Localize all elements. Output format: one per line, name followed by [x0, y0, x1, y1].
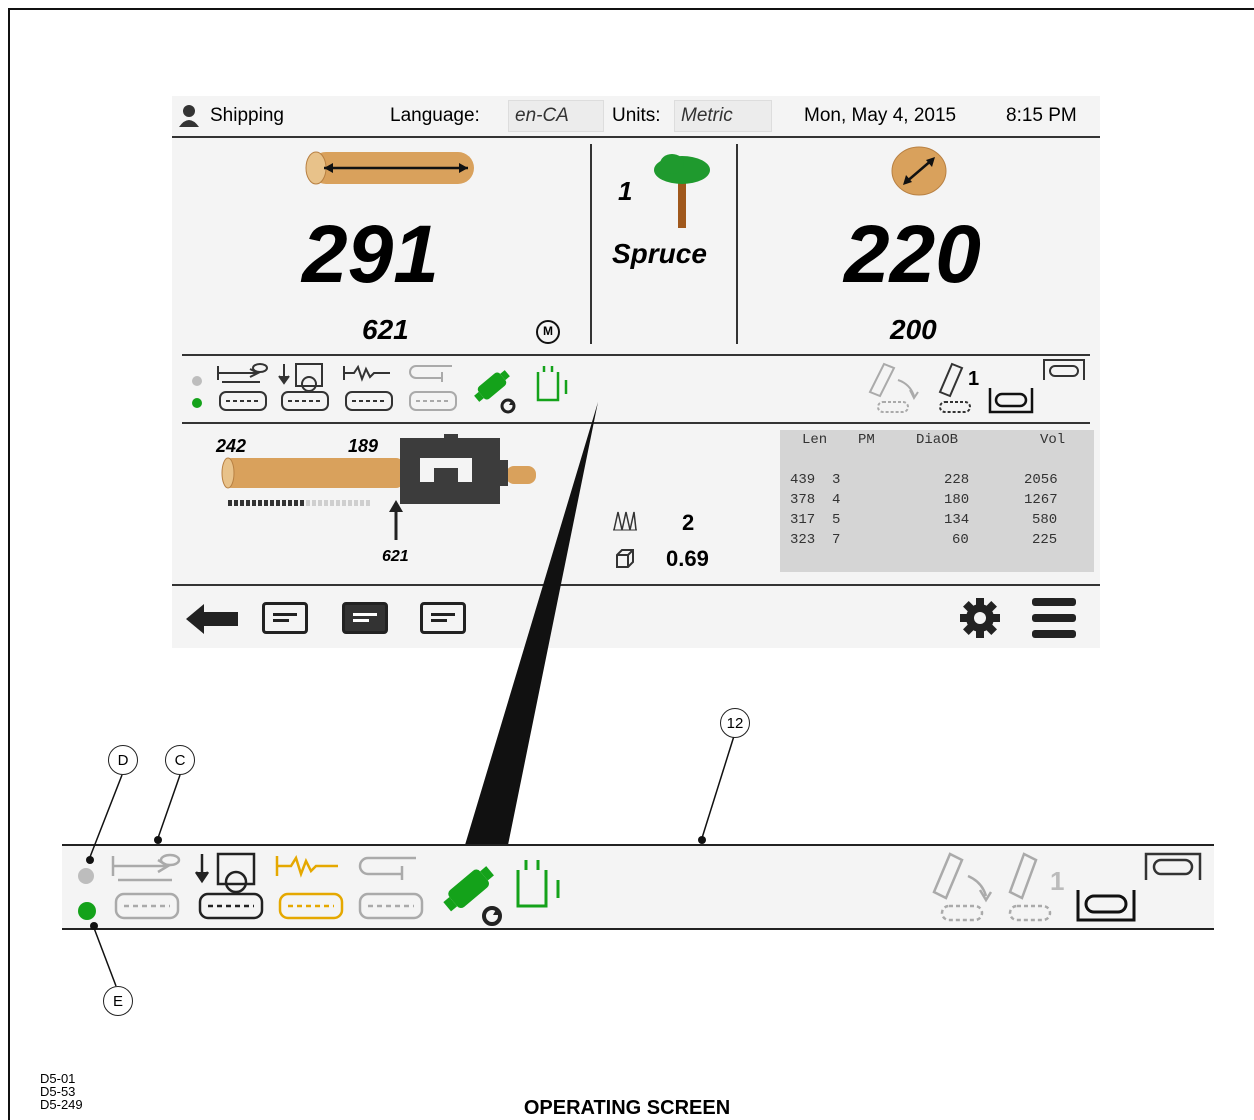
callout-e: E: [103, 986, 133, 1016]
callout-d: D: [108, 745, 138, 775]
callout-leaders: [86, 735, 735, 987]
callout-12: 12: [720, 708, 750, 738]
callout-c: C: [165, 745, 195, 775]
figure-caption: OPERATING SCREEN: [523, 1097, 731, 1119]
